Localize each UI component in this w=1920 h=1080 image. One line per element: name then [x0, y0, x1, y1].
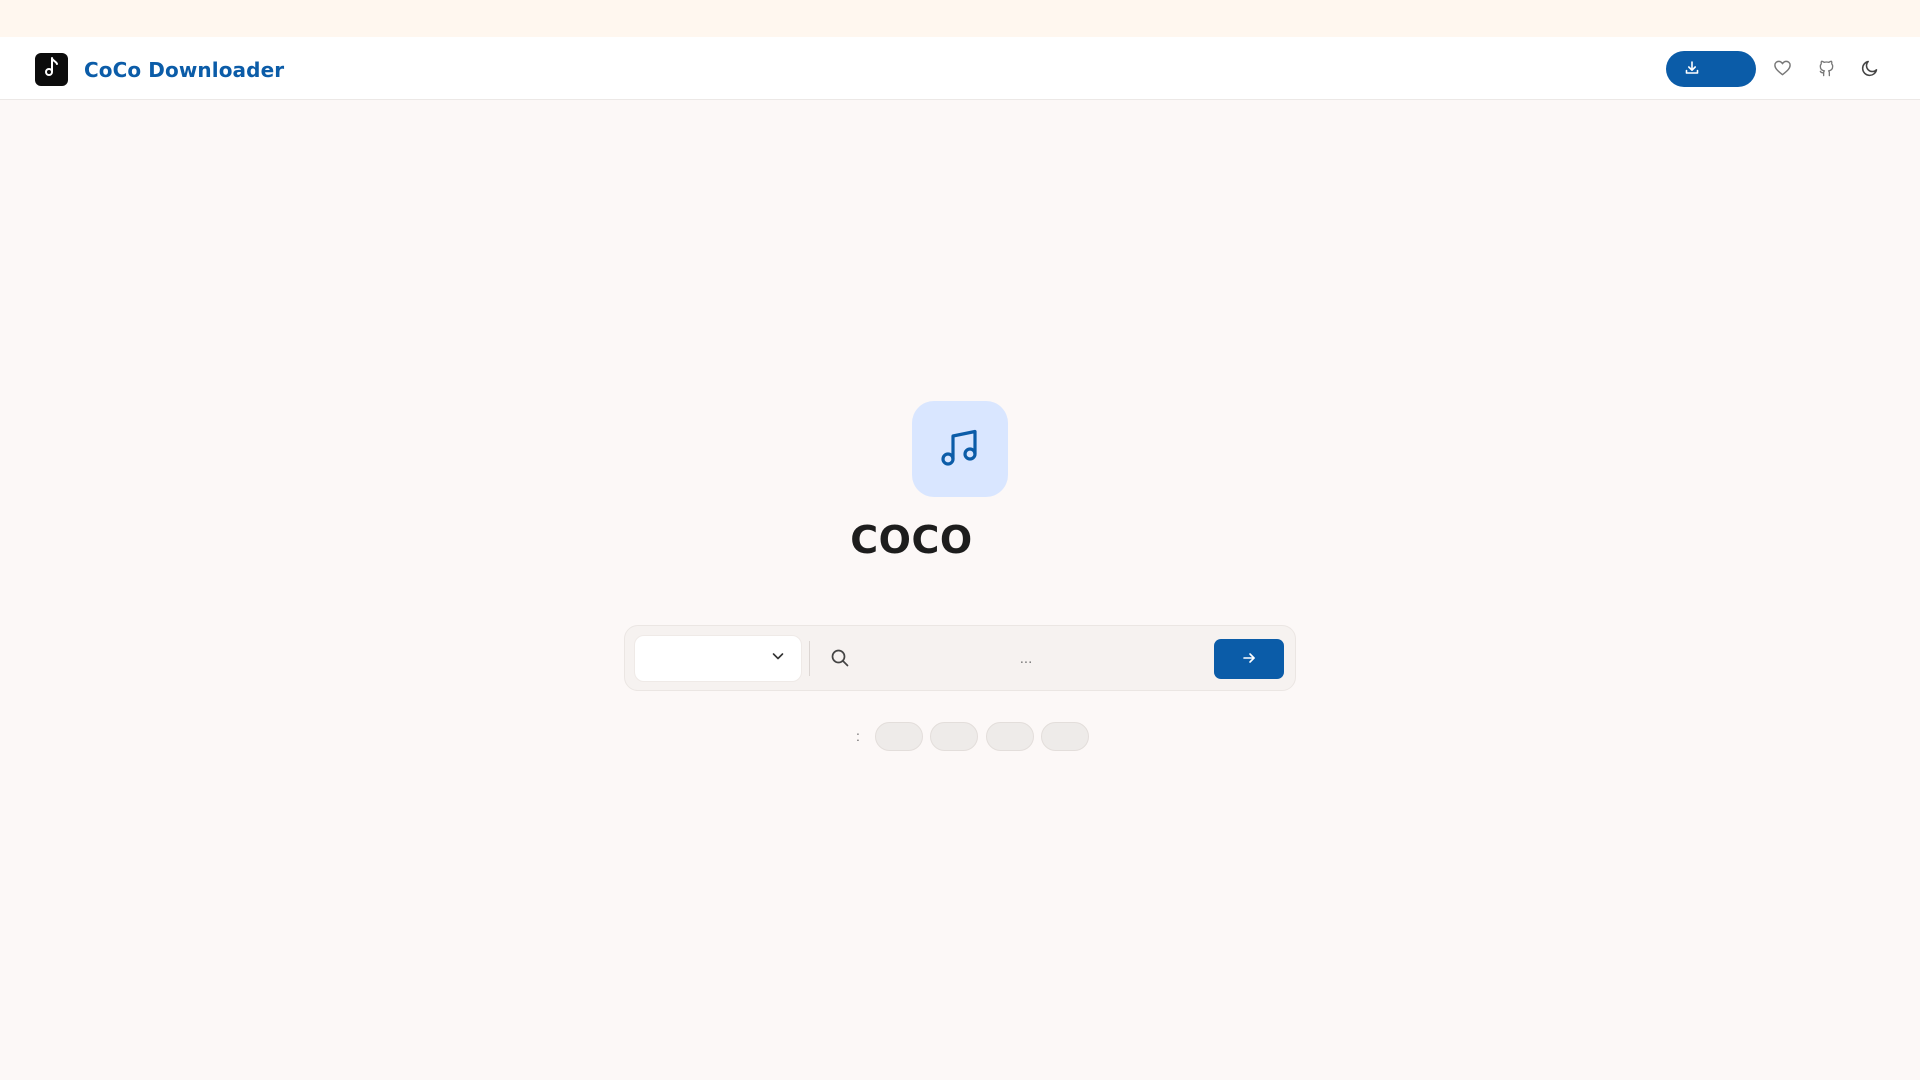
search-bar [624, 625, 1296, 691]
app-logo[interactable] [35, 53, 68, 86]
suggestions-label: : [856, 728, 860, 744]
app-header: CoCo Downloader [0, 37, 1920, 100]
download-icon [1684, 60, 1700, 79]
top-banner-strip [0, 0, 1920, 37]
music-notes-icon [937, 424, 983, 475]
arrow-right-icon [1242, 651, 1256, 668]
hero-logo [912, 401, 1008, 497]
hero-title: COCO [850, 518, 973, 562]
github-button[interactable] [1815, 59, 1837, 81]
search-input[interactable] [861, 640, 1191, 676]
search-divider [809, 641, 810, 676]
theme-toggle-button[interactable] [1859, 59, 1881, 81]
app-brand-name[interactable]: CoCo Downloader [84, 55, 284, 85]
suggestion-chip[interactable] [930, 722, 978, 751]
moon-icon [1861, 59, 1879, 82]
search-submit-button[interactable] [1214, 639, 1284, 679]
search-icon [830, 648, 850, 668]
music-note-icon [42, 56, 62, 83]
chevron-down-icon [771, 649, 785, 668]
suggestion-chip[interactable] [875, 722, 923, 751]
favorites-button[interactable] [1771, 59, 1793, 81]
source-select[interactable] [634, 635, 802, 682]
suggestion-chip[interactable] [986, 722, 1034, 751]
download-button[interactable] [1666, 51, 1756, 87]
heart-icon [1773, 59, 1792, 82]
github-icon [1817, 58, 1836, 83]
suggestion-chip[interactable] [1041, 722, 1089, 751]
